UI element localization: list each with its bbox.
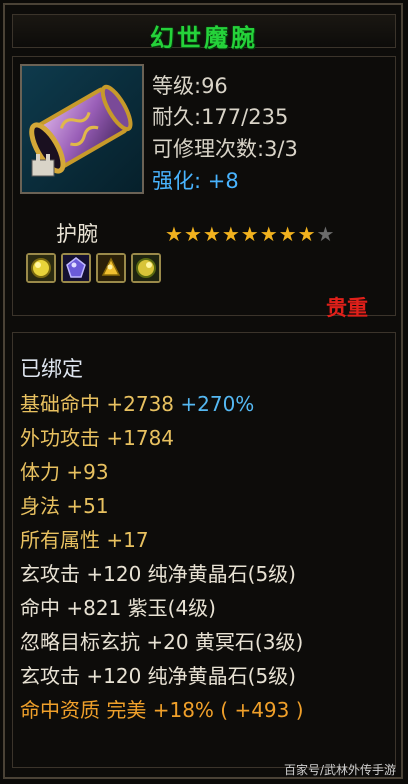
star-icon: ★ xyxy=(278,222,297,246)
star-icon: ★ xyxy=(259,222,278,246)
item-level: 等级:96 xyxy=(152,74,228,98)
item-durability: 耐久:177/235 xyxy=(152,105,289,129)
star-rating: ★ ★ ★ ★ ★ ★ ★ ★ ★ xyxy=(165,224,334,244)
attr-row: 玄攻击 +120 纯净黄晶石(5级) xyxy=(20,562,296,586)
item-icon-slot[interactable] xyxy=(20,64,144,194)
attr-row: 命中 +821 紫玉(4级) xyxy=(20,596,216,620)
gem-sockets xyxy=(26,253,161,283)
star-icon: ★ xyxy=(221,222,240,246)
item-strengthen: 强化: +8 xyxy=(152,165,239,195)
gem-slot-1[interactable] xyxy=(26,253,56,283)
yellow-gem-icon xyxy=(28,255,54,281)
attr-extra: +270% xyxy=(180,392,255,416)
gem-slot-2[interactable] xyxy=(61,253,91,283)
watermark: 百家号/武林外传手游 xyxy=(283,763,396,777)
star-icon: ★ xyxy=(297,222,316,246)
attr-row: 身法 +51 xyxy=(20,494,109,518)
rarity-label: 贵重 xyxy=(326,296,368,320)
star-icon: ★ xyxy=(165,222,183,246)
star-icon: ★ xyxy=(202,222,221,246)
gem-slot-4[interactable] xyxy=(131,253,161,283)
attr-row: 所有属性 +17 xyxy=(20,528,149,552)
bound-status: 已绑定 xyxy=(20,357,83,381)
attr-row: 基础命中 +2738 +270% xyxy=(20,388,254,417)
star-empty-icon: ★ xyxy=(316,222,335,246)
attr-text: 基础命中 +2738 xyxy=(20,392,175,416)
item-type: 护腕 xyxy=(56,222,98,246)
title-bar: 幻世魔腕 xyxy=(12,14,396,52)
purple-gem-icon xyxy=(63,255,89,281)
attr-row: 玄攻击 +120 纯净黄晶石(5级) xyxy=(20,664,296,688)
attr-row: 忽略目标玄抗 +20 黄冥石(3级) xyxy=(20,630,304,654)
attr-row: 命中资质 完美 +18% ( +493 ) xyxy=(20,698,304,722)
strengthen-label: 强化: xyxy=(152,169,202,193)
yellow-gem-icon xyxy=(133,255,159,281)
attr-row: 外功攻击 +1784 xyxy=(20,426,175,450)
gold-gem-icon xyxy=(98,255,124,281)
bracer-icon xyxy=(29,84,133,177)
gem-slot-3[interactable] xyxy=(96,253,126,283)
star-icon: ★ xyxy=(240,222,259,246)
attr-row: 体力 +93 xyxy=(20,460,109,484)
item-name: 幻世魔腕 xyxy=(150,24,258,52)
item-repair-count: 可修理次数:3/3 xyxy=(152,137,298,161)
star-icon: ★ xyxy=(183,222,202,246)
strengthen-value: +8 xyxy=(207,169,239,193)
